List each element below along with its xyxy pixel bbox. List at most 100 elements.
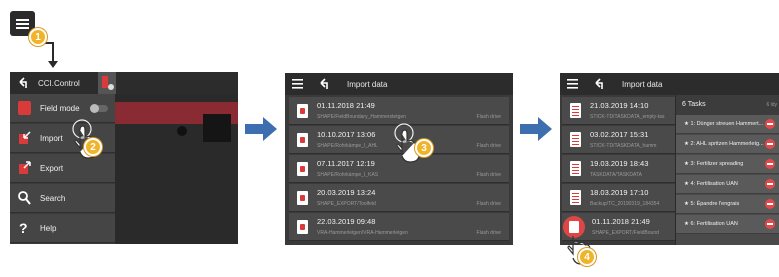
row-date: 10.10.2017 13:06 (317, 130, 376, 139)
task-name: 5: Épandre l'engrais (690, 201, 740, 207)
task-item[interactable]: ★ 4: Fertilisation UAN (676, 175, 779, 194)
export-icon (19, 161, 31, 174)
task-name: 6: Fertilisation UAN (690, 221, 738, 227)
task-label: ★ 2: AHL spritzen Hammerletg... (684, 141, 764, 147)
list-item[interactable]: 18.03.2019 17:10 Backup/TC_20190319_1843… (562, 184, 679, 212)
tasks-count-label: 6 ldy (766, 102, 777, 108)
shape-file-icon (297, 133, 308, 147)
help-icon: ? (19, 220, 28, 236)
back-icon[interactable] (593, 78, 605, 90)
shape-file-icon (297, 220, 308, 234)
row-path: STICK-TD/TASKDATA_hamm (590, 143, 657, 149)
row-date: 22.03.2019 09:48 (317, 217, 376, 226)
menu-item-label: Export (40, 164, 64, 173)
row-path: Backup/TC_20190319_184354 (590, 201, 660, 207)
cci-menu-panel: CCI.Control Field mode Import Export Sea… (10, 72, 238, 244)
taskdata-file-icon (570, 161, 581, 176)
shape-file-icon (297, 104, 308, 118)
tasks-count-title: 6 Tasks (682, 101, 706, 108)
remove-task-icon[interactable] (765, 219, 775, 229)
panel-titlebar: Import data (285, 73, 513, 95)
task-label: ★ 6: Fertilisation UAN (684, 221, 738, 227)
remove-task-icon[interactable] (765, 159, 775, 169)
search-icon (18, 191, 31, 205)
row-path: TASKDATA/TASKDATA (590, 172, 642, 178)
task-item[interactable]: ★ 5: Épandre l'engrais (676, 195, 779, 214)
row-date: 01.11.2018 21:49 (592, 217, 650, 226)
menu-icon-bar (16, 23, 29, 25)
row-date: 07.11.2017 12:19 (317, 159, 375, 168)
back-icon[interactable] (17, 77, 29, 89)
row-date: 21.03.2019 14:10 (590, 101, 649, 110)
row-path: SHAPE_EXPORT/Toolfeld (317, 201, 376, 207)
row-source: Flash drive (476, 114, 501, 120)
shape-file-icon (297, 162, 308, 176)
remove-task-icon[interactable] (765, 199, 775, 209)
row-source: Flash drive (476, 230, 501, 236)
back-icon[interactable] (318, 78, 330, 90)
list-item[interactable]: 22.03.2019 09:48 VRA-Hammerletgen/VRA-Ha… (289, 213, 509, 241)
row-date: 18.03.2019 17:10 (590, 188, 649, 197)
task-item[interactable]: ★ 2: AHL spritzen Hammerletg... (676, 135, 779, 154)
task-name: 2: AHL spritzen Hammerletg... (690, 141, 764, 147)
remove-task-icon[interactable] (765, 179, 775, 189)
remove-task-icon[interactable] (765, 139, 775, 149)
list-item[interactable]: 21.03.2019 14:10 STICK-TD/TASKDATA_empty… (562, 97, 679, 125)
row-date: 20.03.2019 13:24 (317, 188, 376, 197)
row-date: 03.02.2017 15:31 (590, 130, 649, 139)
task-item[interactable]: ★ 3: Fertilizer spreading (676, 155, 779, 174)
menu-icon (16, 19, 29, 21)
task-name: 3: Fertilizer spreading (690, 161, 744, 167)
panel-title: Import data (622, 80, 663, 89)
row-date: 01.11.2018 21:49 (317, 101, 375, 110)
panel-title: Import data (347, 80, 388, 89)
tasks-popup: 6 Tasks 6 ldy ★ 1: Dünger streuen Hammer… (675, 95, 779, 245)
taskdata-file-icon (570, 190, 581, 205)
flow-arrow-right-icon (245, 117, 277, 141)
field-mode-icon (18, 101, 31, 115)
flow-arrow-right-icon (520, 117, 552, 141)
task-label: ★ 3: Fertilizer spreading (684, 161, 744, 167)
task-item[interactable]: ★ 6: Fertilisation UAN (676, 215, 779, 234)
list-item[interactable]: 01.11.2018 21:49 SHAPE/FieldBoundary_Ham… (289, 97, 509, 125)
task-label: ★ 5: Épandre l'engrais (684, 201, 740, 207)
row-path: SHAPE/FieldBoundary_Hammerstetgen (317, 114, 406, 120)
menu-item-label: Import (40, 134, 63, 143)
panel-titlebar: CCI.Control (10, 72, 238, 94)
remove-task-icon[interactable] (765, 119, 775, 129)
menu-icon[interactable] (292, 79, 304, 89)
menu-item-label: Search (40, 194, 66, 203)
task-name: 1: Dünger streuen Hammert... (690, 121, 764, 127)
import-icon (19, 131, 31, 144)
background-view (115, 94, 238, 244)
row-path: STICK-TD/TASKDATA_empty-tas (590, 114, 665, 120)
menu-item-label: Field mode (40, 104, 80, 113)
task-name: 4: Fertilisation UAN (690, 181, 738, 187)
task-label: ★ 1: Dünger streuen Hammert... (684, 121, 764, 127)
field-mode-toggle[interactable] (90, 104, 108, 113)
row-source: Flash drive (476, 143, 501, 149)
menu-item-search[interactable]: Search (10, 184, 115, 213)
row-path: SHAPE/Rohrkämpe_I_KAS (317, 172, 379, 178)
list-item[interactable]: 03.02.2017 15:31 STICK-TD/TASKDATA_hamm (562, 126, 679, 154)
list-item[interactable]: 20.03.2019 13:24 SHAPE_EXPORT/Toolfeld F… (289, 184, 509, 212)
panel-title: CCI.Control (38, 79, 80, 88)
row-date: 19.03.2019 18:43 (590, 159, 649, 168)
panel-titlebar: Import data (560, 73, 779, 95)
menu-icon-bar (16, 27, 29, 29)
step-badge-2: 2 (84, 138, 102, 156)
terminal-settings-icon[interactable] (98, 72, 116, 94)
task-item[interactable]: ★ 1: Dünger streuen Hammert... (676, 115, 779, 134)
step-badge-4: 4 (578, 248, 596, 266)
menu-item-help[interactable]: ? Help (10, 214, 115, 243)
row-path: VRA-Hammerletgen/VRA-Hammerletgen (317, 230, 408, 236)
list-item[interactable]: 19.03.2019 18:43 TASKDATA/TASKDATA (562, 155, 679, 183)
task-label: ★ 4: Fertilisation UAN (684, 181, 738, 187)
flow-connector (52, 42, 54, 62)
menu-item-label: Help (40, 224, 57, 233)
tasks-header: 6 Tasks 6 ldy (676, 95, 779, 115)
step-badge-1: 1 (29, 28, 47, 46)
shape-file-icon (297, 191, 308, 205)
menu-icon[interactable] (567, 79, 579, 89)
row-path: SHAPE/Rohrkämpe_I_AHL (317, 143, 378, 149)
